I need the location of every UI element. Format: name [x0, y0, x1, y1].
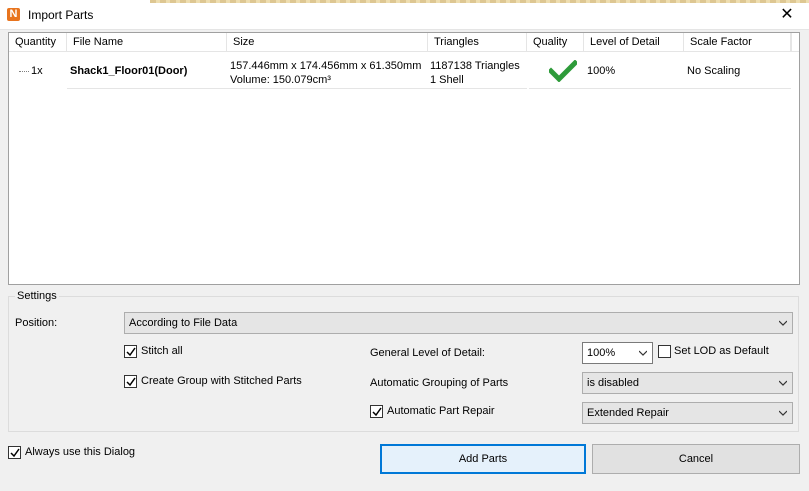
repair-mode-value: Extended Repair — [587, 407, 669, 419]
column-header-file-name[interactable]: File Name — [67, 33, 227, 52]
column-header-quality[interactable]: Quality — [527, 33, 584, 52]
cell-size: 157.446mm x 174.456mm x 61.350mm Volume:… — [227, 53, 428, 89]
position-dropdown-value: According to File Data — [129, 317, 238, 329]
checkmark-icon — [549, 60, 577, 82]
table-header: Quantity File Name Size Triangles Qualit… — [9, 33, 799, 52]
column-header-scale-factor[interactable]: Scale Factor — [684, 33, 791, 52]
header-end-cap — [791, 33, 799, 52]
chevron-down-icon — [639, 350, 647, 356]
triangles-count: 1187138 Triangles — [430, 60, 520, 72]
auto-repair-label[interactable]: Automatic Part Repair — [387, 405, 495, 417]
auto-repair-checkbox[interactable] — [370, 405, 383, 418]
cell-quantity: 1x — [9, 53, 67, 89]
cell-scale-factor: No Scaling — [684, 53, 791, 89]
scale-factor-value: No Scaling — [687, 65, 741, 77]
cell-quality — [529, 53, 584, 89]
set-lod-default-label[interactable]: Set LOD as Default — [674, 345, 769, 357]
set-lod-default-checkbox[interactable] — [658, 345, 671, 358]
size-volume: Volume: 150.079cm³ — [230, 74, 331, 86]
shell-count: 1 Shell — [430, 74, 464, 86]
window-title: Import Parts — [28, 8, 94, 22]
auto-grouping-value: is disabled — [587, 377, 639, 389]
column-header-quantity[interactable]: Quantity — [9, 33, 67, 52]
always-use-dialog-checkbox[interactable] — [8, 446, 21, 459]
checkmark-icon — [372, 407, 382, 417]
checkmark-icon — [126, 347, 136, 357]
tree-connector — [19, 71, 29, 72]
column-header-size[interactable]: Size — [227, 33, 428, 52]
file-name-value: Shack1_Floor01(Door) — [70, 65, 188, 77]
column-header-level-of-detail[interactable]: Level of Detail — [584, 33, 684, 52]
stitch-all-checkbox[interactable] — [124, 345, 137, 358]
add-parts-button[interactable]: Add Parts — [380, 444, 586, 474]
checkmark-icon — [126, 377, 136, 387]
chevron-down-icon — [779, 320, 787, 326]
app-icon: N — [7, 8, 20, 21]
position-label: Position: — [15, 317, 58, 329]
cancel-button[interactable]: Cancel — [592, 444, 800, 474]
cell-file-name: Shack1_Floor01(Door) — [67, 53, 227, 89]
general-lod-value: 100% — [587, 347, 616, 359]
lod-value: 100% — [587, 65, 616, 77]
cell-level-of-detail: 100% — [584, 53, 684, 89]
create-group-label[interactable]: Create Group with Stitched Parts — [141, 375, 302, 387]
size-dimensions: 157.446mm x 174.456mm x 61.350mm — [230, 60, 422, 72]
cell-triangles: 1187138 Triangles 1 Shell — [428, 53, 527, 89]
close-button[interactable]: ✕ — [765, 0, 809, 30]
repair-mode-dropdown[interactable]: Extended Repair — [582, 402, 793, 424]
settings-legend: Settings — [15, 290, 59, 302]
general-lod-combo[interactable]: 100% — [582, 342, 653, 364]
checkmark-icon — [10, 448, 20, 458]
auto-grouping-dropdown[interactable]: is disabled — [582, 372, 793, 394]
quantity-value: 1x — [31, 65, 43, 77]
auto-grouping-label: Automatic Grouping of Parts — [370, 377, 509, 389]
column-header-triangles[interactable]: Triangles — [428, 33, 527, 52]
chevron-down-icon — [779, 380, 787, 386]
position-dropdown[interactable]: According to File Data — [124, 312, 793, 334]
background-strip — [150, 0, 809, 3]
chevron-down-icon — [779, 410, 787, 416]
title-bar: N Import Parts ✕ — [0, 0, 809, 30]
stitch-all-label[interactable]: Stitch all — [141, 345, 183, 357]
create-group-checkbox[interactable] — [124, 375, 137, 388]
always-use-dialog-label[interactable]: Always use this Dialog — [25, 446, 135, 458]
general-lod-label: General Level of Detail: — [370, 347, 485, 359]
parts-table[interactable]: Quantity File Name Size Triangles Qualit… — [8, 32, 800, 285]
table-row[interactable]: 1x Shack1_Floor01(Door) 157.446mm x 174.… — [9, 53, 799, 89]
